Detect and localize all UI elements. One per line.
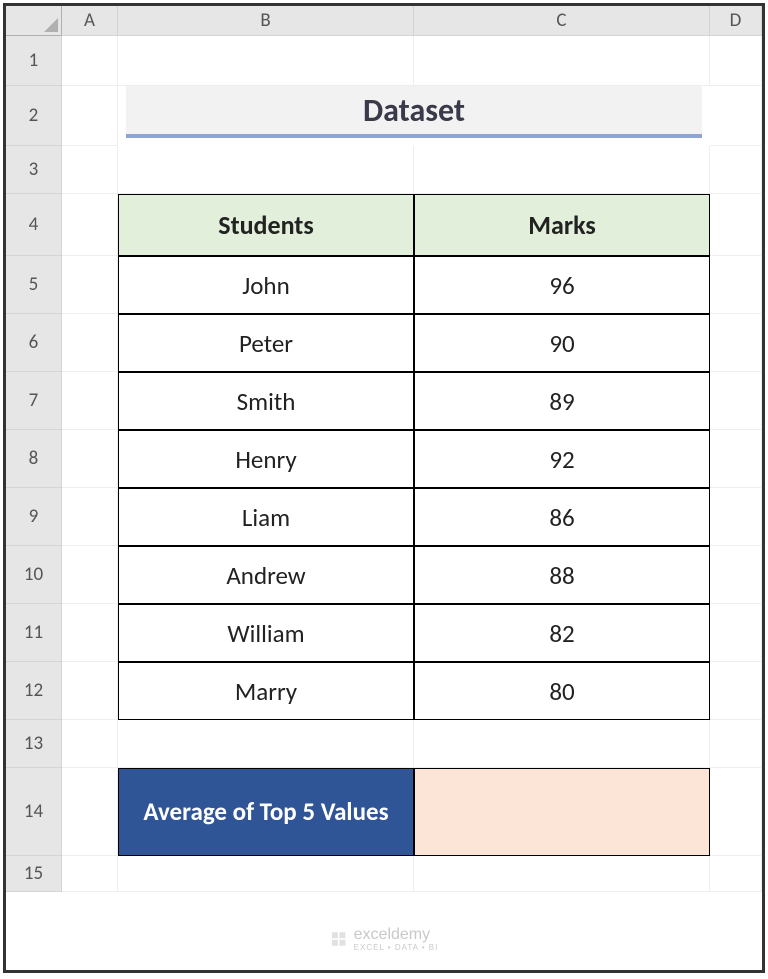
row-header-11[interactable]: 11 <box>6 604 62 662</box>
cell-C3[interactable] <box>414 146 710 194</box>
row-header-5[interactable]: 5 <box>6 256 62 314</box>
table-row[interactable]: 92 <box>414 430 710 488</box>
cell-A1[interactable] <box>62 36 118 86</box>
table-row[interactable]: Marry <box>118 662 414 720</box>
col-header-B[interactable]: B <box>118 6 414 36</box>
cell-A3[interactable] <box>62 146 118 194</box>
cell-A10[interactable] <box>62 546 118 604</box>
table-row[interactable]: Andrew <box>118 546 414 604</box>
row-header-9[interactable]: 9 <box>6 488 62 546</box>
cell-D7[interactable] <box>710 372 762 430</box>
select-all-corner[interactable] <box>6 6 62 36</box>
cell-D1[interactable] <box>710 36 762 86</box>
cell-D10[interactable] <box>710 546 762 604</box>
cell-A9[interactable] <box>62 488 118 546</box>
table-row[interactable]: 88 <box>414 546 710 604</box>
table-row[interactable]: 86 <box>414 488 710 546</box>
cell-A13[interactable] <box>62 720 118 768</box>
cell-D14[interactable] <box>710 768 762 856</box>
cell-B15[interactable] <box>118 856 414 892</box>
cell-D6[interactable] <box>710 314 762 372</box>
table-row[interactable]: John <box>118 256 414 314</box>
table-row[interactable]: Smith <box>118 372 414 430</box>
row-header-7[interactable]: 7 <box>6 372 62 430</box>
row-header-13[interactable]: 13 <box>6 720 62 768</box>
cell-D5[interactable] <box>710 256 762 314</box>
table-row[interactable]: 82 <box>414 604 710 662</box>
cell-D8[interactable] <box>710 430 762 488</box>
cell-A7[interactable] <box>62 372 118 430</box>
row-header-4[interactable]: 4 <box>6 194 62 256</box>
row-header-2[interactable]: 2 <box>6 86 62 146</box>
table-row[interactable]: William <box>118 604 414 662</box>
cell-A12[interactable] <box>62 662 118 720</box>
cell-C13[interactable] <box>414 720 710 768</box>
spreadsheet-grid: A B C D 1 2 Dataset 3 4 Students Marks 5… <box>6 6 762 970</box>
table-row[interactable]: 90 <box>414 314 710 372</box>
cell-D4[interactable] <box>710 194 762 256</box>
cell-A6[interactable] <box>62 314 118 372</box>
row-header-3[interactable]: 3 <box>6 146 62 194</box>
cell-D9[interactable] <box>710 488 762 546</box>
cell-A2[interactable] <box>62 86 118 146</box>
table-row[interactable]: 96 <box>414 256 710 314</box>
col-header-D[interactable]: D <box>710 6 762 36</box>
cell-B1[interactable] <box>118 36 414 86</box>
dataset-title[interactable]: Dataset <box>126 86 702 138</box>
cell-A5[interactable] <box>62 256 118 314</box>
col-header-C[interactable]: C <box>414 6 710 36</box>
cell-A14[interactable] <box>62 768 118 856</box>
cell-B13[interactable] <box>118 720 414 768</box>
cell-C15[interactable] <box>414 856 710 892</box>
row-header-14[interactable]: 14 <box>6 768 62 856</box>
watermark: exceldemy EXCEL • DATA • BI <box>330 926 439 952</box>
cell-A11[interactable] <box>62 604 118 662</box>
cell-C1[interactable] <box>414 36 710 86</box>
cell-D15[interactable] <box>710 856 762 892</box>
cell-A8[interactable] <box>62 430 118 488</box>
table-row[interactable]: Liam <box>118 488 414 546</box>
cell-B3[interactable] <box>118 146 414 194</box>
col-header-A[interactable]: A <box>62 6 118 36</box>
table-row[interactable]: Peter <box>118 314 414 372</box>
cell-D3[interactable] <box>710 146 762 194</box>
table-row[interactable]: 89 <box>414 372 710 430</box>
spreadsheet-frame: A B C D 1 2 Dataset 3 4 Students Marks 5… <box>3 3 765 973</box>
row-header-15[interactable]: 15 <box>6 856 62 892</box>
row-header-10[interactable]: 10 <box>6 546 62 604</box>
average-label[interactable]: Average of Top 5 Values <box>118 768 414 856</box>
cell-D11[interactable] <box>710 604 762 662</box>
row-header-1[interactable]: 1 <box>6 36 62 86</box>
table-header-students[interactable]: Students <box>118 194 414 256</box>
row-header-8[interactable]: 8 <box>6 430 62 488</box>
table-row[interactable]: Henry <box>118 430 414 488</box>
cell-A15[interactable] <box>62 856 118 892</box>
watermark-brand: exceldemy <box>354 926 430 943</box>
logo-icon <box>330 930 348 948</box>
table-row[interactable]: 80 <box>414 662 710 720</box>
table-header-marks[interactable]: Marks <box>414 194 710 256</box>
average-value[interactable] <box>414 768 710 856</box>
row-header-6[interactable]: 6 <box>6 314 62 372</box>
cell-D12[interactable] <box>710 662 762 720</box>
cell-A4[interactable] <box>62 194 118 256</box>
cell-D13[interactable] <box>710 720 762 768</box>
cell-D2[interactable] <box>710 86 762 146</box>
row-header-12[interactable]: 12 <box>6 662 62 720</box>
watermark-tag: EXCEL • DATA • BI <box>354 944 439 952</box>
